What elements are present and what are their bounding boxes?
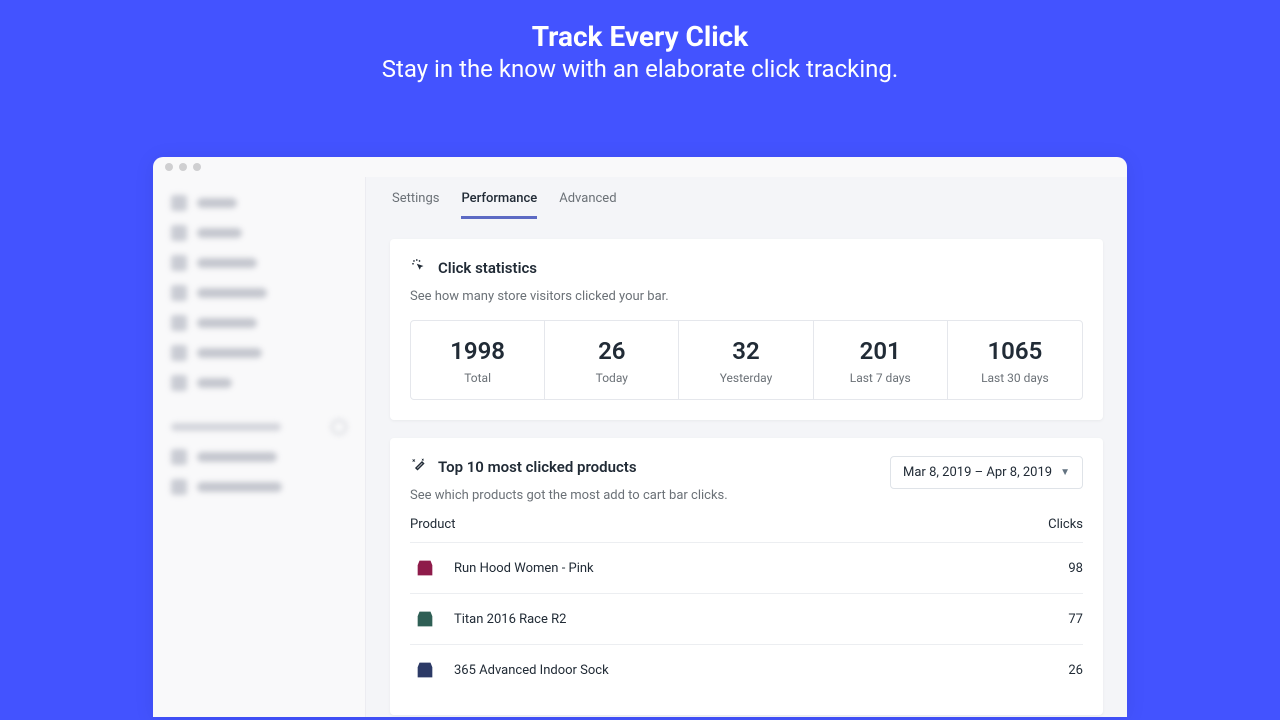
window-traffic-lights xyxy=(153,157,1127,177)
product-name: 365 Advanced Indoor Sock xyxy=(454,663,1068,678)
tab-settings[interactable]: Settings xyxy=(392,191,439,219)
stat-value: 201 xyxy=(822,337,939,365)
sidebar-item[interactable] xyxy=(171,225,347,241)
top-products-card: Top 10 most clicked products See which p… xyxy=(390,438,1103,715)
col-product: Product xyxy=(410,517,455,532)
product-clicks: 26 xyxy=(1068,663,1083,678)
product-name: Run Hood Women - Pink xyxy=(454,561,1068,576)
tab-performance[interactable]: Performance xyxy=(461,191,537,219)
window-dot xyxy=(165,163,173,171)
stat-cell: 26 Today xyxy=(545,321,679,399)
card-title: Click statistics xyxy=(438,259,537,277)
window-dot xyxy=(193,163,201,171)
browser-window: Settings Performance Advanced Click statis… xyxy=(153,157,1127,717)
stat-value: 26 xyxy=(553,337,670,365)
sidebar-item[interactable] xyxy=(171,449,347,465)
window-dot xyxy=(179,163,187,171)
table-row[interactable]: 365 Advanced Indoor Sock26 xyxy=(410,644,1083,695)
stat-label: Yesterday xyxy=(687,371,804,385)
sidebar-section-header xyxy=(171,419,347,435)
cursor-click-icon xyxy=(410,257,428,279)
sidebar-item[interactable] xyxy=(171,285,347,301)
stat-label: Last 7 days xyxy=(822,371,939,385)
stat-cell: 1065 Last 30 days xyxy=(948,321,1082,399)
card-title: Top 10 most clicked products xyxy=(438,458,637,476)
stat-cell: 32 Yesterday xyxy=(679,321,813,399)
sidebar xyxy=(153,177,365,717)
stat-cell: 1998 Total xyxy=(411,321,545,399)
chevron-down-icon: ▼ xyxy=(1060,467,1070,478)
date-range-picker[interactable]: Mar 8, 2019 – Apr 8, 2019 ▼ xyxy=(890,456,1083,489)
sidebar-item[interactable] xyxy=(171,315,347,331)
main-content: Settings Performance Advanced Click statis… xyxy=(365,177,1127,717)
card-subtitle: See how many store visitors clicked your… xyxy=(410,289,1083,304)
stat-value: 1998 xyxy=(419,337,536,365)
table-row[interactable]: Titan 2016 Race R277 xyxy=(410,593,1083,644)
sidebar-item[interactable] xyxy=(171,345,347,361)
table-header: Product Clicks xyxy=(410,503,1083,542)
product-thumbnail xyxy=(410,604,440,634)
product-clicks: 98 xyxy=(1068,561,1083,576)
tab-advanced[interactable]: Advanced xyxy=(559,191,616,219)
stats-grid: 1998 Total 26 Today 32 Yesterday 201 Last 7 day… xyxy=(410,320,1083,400)
card-subtitle: See which products got the most add to c… xyxy=(410,488,728,503)
product-name: Titan 2016 Race R2 xyxy=(454,612,1068,627)
stat-value: 32 xyxy=(687,337,804,365)
hero-title: Track Every Click xyxy=(0,20,1280,53)
tabs: Settings Performance Advanced xyxy=(366,177,1127,219)
col-clicks: Clicks xyxy=(1048,517,1083,532)
product-thumbnail xyxy=(410,655,440,685)
stat-value: 1065 xyxy=(956,337,1074,365)
click-statistics-card: Click statistics See how many store visi… xyxy=(390,239,1103,420)
product-thumbnail xyxy=(410,553,440,583)
hero-subtitle: Stay in the know with an elaborate click… xyxy=(0,55,1280,83)
stat-cell: 201 Last 7 days xyxy=(814,321,948,399)
stat-label: Total xyxy=(419,371,536,385)
table-row[interactable]: Run Hood Women - Pink98 xyxy=(410,542,1083,593)
sidebar-item[interactable] xyxy=(171,195,347,211)
sidebar-item[interactable] xyxy=(171,375,347,391)
stat-label: Last 30 days xyxy=(956,371,1074,385)
product-clicks: 77 xyxy=(1068,612,1083,627)
sidebar-item[interactable] xyxy=(171,479,347,495)
stat-label: Today xyxy=(553,371,670,385)
wand-icon xyxy=(410,456,428,478)
sidebar-item[interactable] xyxy=(171,255,347,271)
date-range-label: Mar 8, 2019 – Apr 8, 2019 xyxy=(903,465,1052,480)
